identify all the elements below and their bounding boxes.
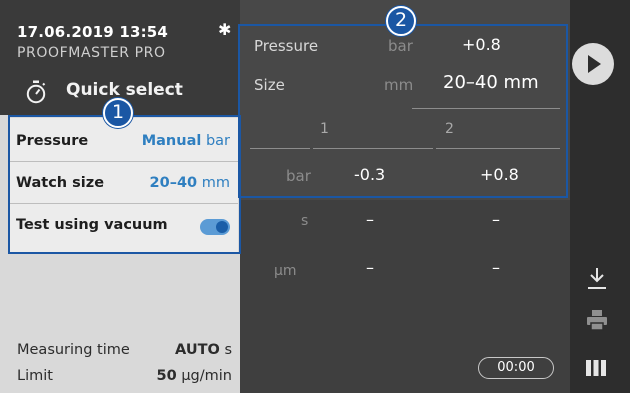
- callout-badge-1: 1: [103, 98, 133, 128]
- measurement-1-micrometer: –: [366, 258, 374, 277]
- stopwatch-icon: [26, 80, 46, 104]
- measuring-time-value: AUTO s: [175, 342, 232, 358]
- measurement-2-micrometer: –: [492, 258, 500, 277]
- row-unit-seconds: s: [301, 213, 309, 229]
- callout-badge-2: 2: [386, 6, 416, 36]
- measurement-1-seconds: –: [366, 210, 374, 229]
- measurement-2-seconds: –: [492, 210, 500, 229]
- download-icon[interactable]: [585, 266, 609, 292]
- datetime: 17.06.2019 13:54: [17, 23, 169, 41]
- limit-value: 50 µg/min: [156, 368, 232, 384]
- limit-label: Limit: [17, 368, 53, 384]
- screen: 17.06.2019 13:54 ✱ PROOFMASTER PRO Quick…: [0, 0, 630, 393]
- timer-display: 00:00: [478, 357, 554, 379]
- print-icon[interactable]: [585, 308, 609, 332]
- measuring-time-label: Measuring time: [17, 342, 130, 358]
- device-name: PROOFMASTER PRO: [17, 45, 166, 61]
- callout-frame-results: [238, 24, 568, 198]
- bluetooth-icon: ✱: [218, 20, 232, 39]
- callout-frame-settings: [8, 115, 241, 254]
- menu-icon[interactable]: [585, 358, 607, 378]
- play-button[interactable]: [572, 43, 614, 85]
- quick-select-button[interactable]: Quick select: [66, 80, 183, 100]
- row-unit-micrometer: µm: [274, 263, 297, 279]
